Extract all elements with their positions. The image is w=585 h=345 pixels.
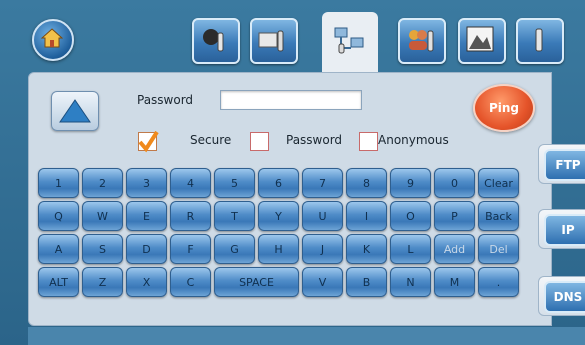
key-s[interactable]: S xyxy=(82,234,123,264)
key-c[interactable]: C xyxy=(170,267,211,297)
key-f[interactable]: F xyxy=(170,234,211,264)
key-m[interactable]: M xyxy=(434,267,475,297)
key-5[interactable]: 5 xyxy=(214,168,255,198)
printer-settings-icon xyxy=(258,30,284,52)
side-tab-dns[interactable]: DNS xyxy=(538,276,585,316)
key-v[interactable]: V xyxy=(302,267,343,297)
key-back[interactable]: Back xyxy=(478,201,519,231)
key-t[interactable]: T xyxy=(214,201,255,231)
password-label: Password xyxy=(137,93,194,107)
key-d[interactable]: D xyxy=(126,234,167,264)
key-l[interactable]: L xyxy=(390,234,431,264)
key-p[interactable]: P xyxy=(434,201,475,231)
side-tab-ftp[interactable]: FTP xyxy=(538,144,585,184)
home-icon xyxy=(41,28,63,48)
home-button[interactable] xyxy=(32,19,74,61)
key-add[interactable]: Add xyxy=(434,234,475,264)
anonymous-checkbox[interactable] xyxy=(359,132,378,151)
network-icon xyxy=(334,27,364,54)
top-tab-bar xyxy=(0,0,585,74)
key-7[interactable]: 7 xyxy=(302,168,343,198)
up-button[interactable] xyxy=(51,91,99,131)
password-checkbox[interactable] xyxy=(250,132,269,151)
key-1[interactable]: 1 xyxy=(38,168,79,198)
key-r[interactable]: R xyxy=(170,201,211,231)
checkmark-icon xyxy=(138,130,159,153)
side-tab-ip[interactable]: IP xyxy=(538,209,585,249)
key-period[interactable]: . xyxy=(478,267,519,297)
tab-more[interactable] xyxy=(516,18,564,64)
key-0[interactable]: 0 xyxy=(434,168,475,198)
key-x[interactable]: X xyxy=(126,267,167,297)
status-bar xyxy=(28,327,585,345)
tab-users[interactable] xyxy=(398,18,446,64)
key-h[interactable]: H xyxy=(258,234,299,264)
tools-icon xyxy=(203,29,224,52)
key-a[interactable]: A xyxy=(38,234,79,264)
key-del[interactable]: Del xyxy=(478,234,519,264)
key-8[interactable]: 8 xyxy=(346,168,387,198)
secure-checkbox[interactable] xyxy=(138,130,159,153)
anonymous-label: Anonymous xyxy=(378,133,449,147)
password-option-label: Password xyxy=(286,133,343,147)
key-n[interactable]: N xyxy=(390,267,431,297)
image-icon xyxy=(466,26,494,52)
tab-printer-settings[interactable] xyxy=(250,18,298,64)
password-input[interactable] xyxy=(220,90,362,110)
key-y[interactable]: Y xyxy=(258,201,299,231)
key-4[interactable]: 4 xyxy=(170,168,211,198)
side-tab-label: FTP xyxy=(544,149,585,181)
ping-button[interactable]: Ping xyxy=(473,84,535,132)
key-g[interactable]: G xyxy=(214,234,255,264)
tab-image[interactable] xyxy=(458,18,506,64)
key-k[interactable]: K xyxy=(346,234,387,264)
users-icon xyxy=(409,30,434,52)
network-settings-panel: Password Secure Password Anonymous Ping … xyxy=(28,72,552,326)
key-z[interactable]: Z xyxy=(82,267,123,297)
key-9[interactable]: 9 xyxy=(390,168,431,198)
key-j[interactable]: J xyxy=(302,234,343,264)
key-e[interactable]: E xyxy=(126,201,167,231)
tab-tools[interactable] xyxy=(192,18,240,64)
key-q[interactable]: Q xyxy=(38,201,79,231)
key-u[interactable]: U xyxy=(302,201,343,231)
key-6[interactable]: 6 xyxy=(258,168,299,198)
key-2[interactable]: 2 xyxy=(82,168,123,198)
arrow-up-icon xyxy=(59,99,91,123)
secure-label: Secure xyxy=(190,133,232,147)
wrench-icon xyxy=(535,28,543,52)
tab-network[interactable] xyxy=(322,12,378,74)
key-i[interactable]: I xyxy=(346,201,387,231)
side-tab-label: IP xyxy=(544,214,585,246)
key-3[interactable]: 3 xyxy=(126,168,167,198)
key-space[interactable]: SPACE xyxy=(214,267,299,297)
key-clear[interactable]: Clear xyxy=(478,168,519,198)
key-o[interactable]: O xyxy=(390,201,431,231)
key-alt[interactable]: ALT xyxy=(38,267,79,297)
key-b[interactable]: B xyxy=(346,267,387,297)
side-tab-label: DNS xyxy=(544,281,585,313)
key-w[interactable]: W xyxy=(82,201,123,231)
